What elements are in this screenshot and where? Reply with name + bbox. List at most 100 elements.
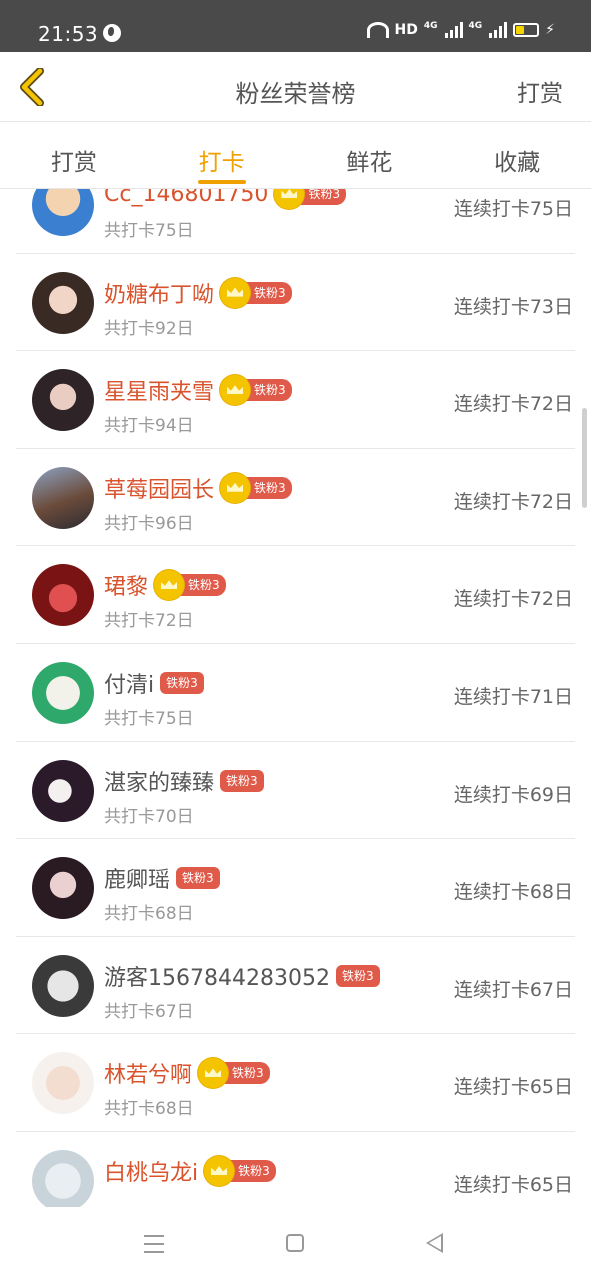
fan-name[interactable]: 湛家的臻臻 [104,765,214,797]
home-icon[interactable] [286,1234,304,1252]
tab-checkin[interactable]: 打卡 [148,123,296,188]
total-checkin: 共打卡68日 [104,1099,194,1120]
streak-checkin: 连续打卡72日 [453,490,573,513]
avatar[interactable] [32,857,94,920]
name-line: 鹿卿瑶 铁粉3 [104,862,220,894]
tab-tip[interactable]: 打赏 [0,123,148,188]
charging-icon: ⚡ [545,22,555,38]
total-checkin: 共打卡94日 [104,416,194,437]
streak-checkin: 连续打卡72日 [453,393,573,416]
name-line: 草莓园园长 铁粉3 [104,472,292,504]
fan-name[interactable]: 星星雨夹雪 [104,374,214,406]
total-checkin: 共打卡96日 [104,513,194,534]
name-line: 奶糖布丁呦 铁粉3 [104,277,292,309]
fan-name[interactable]: Cc_146801750 [104,189,268,207]
fan-list[interactable]: Cc_146801750 铁粉3 共打卡75日 连续打卡75日 奶糖布丁呦 铁粉3 共打卡9… [0,189,591,1207]
avatar[interactable] [32,564,94,627]
streak-checkin: 连续打卡68日 [453,881,573,904]
fan-row[interactable]: 付清i 铁粉3 共打卡75日 连续打卡71日 [16,644,575,742]
fan-row[interactable]: 游客1567844283052 铁粉3 共打卡67日 连续打卡67日 [16,937,575,1035]
status-bar: 21:53 HD 4G 4G ⚡ [0,0,591,52]
total-checkin: 共打卡68日 [104,904,194,925]
tab-bar: 打赏 打卡 鲜花 收藏 [0,123,591,189]
fan-row[interactable]: 鹿卿瑶 铁粉3 共打卡68日 连续打卡68日 [16,839,575,937]
fan-name[interactable]: 珺黎 [104,569,148,601]
name-line: 湛家的臻臻 铁粉3 [104,765,264,797]
fan-level-badge: 铁粉3 [335,964,380,987]
signal-icon [444,22,463,38]
name-line: 游客1567844283052 铁粉3 [104,960,380,992]
fan-row[interactable]: 草莓园园长 铁粉3 共打卡96日 连续打卡72日 [16,449,575,547]
name-line: 珺黎 铁粉3 [104,569,226,601]
battery-icon [513,23,540,37]
avatar[interactable] [32,369,94,432]
status-icons: HD 4G 4G ⚡ [366,21,555,38]
system-nav-bar [0,1207,591,1280]
fan-row[interactable]: 星星雨夹雪 铁粉3 共打卡94日 连续打卡72日 [16,351,575,449]
name-line: Cc_146801750 铁粉3 [104,189,347,209]
fan-row[interactable]: Cc_146801750 铁粉3 共打卡75日 连续打卡75日 [16,189,575,254]
fan-name[interactable]: 奶糖布丁呦 [104,277,214,309]
fan-name[interactable]: 林若兮啊 [104,1057,192,1089]
avatar[interactable] [32,271,94,334]
fan-name[interactable]: 鹿卿瑶 [104,862,170,894]
fan-row[interactable]: 奶糖布丁呦 铁粉3 共打卡92日 连续打卡73日 [16,254,575,352]
fan-name[interactable]: 草莓园园长 [104,472,214,504]
streak-checkin: 连续打卡72日 [453,588,573,611]
streak-checkin: 连续打卡65日 [453,1076,573,1099]
streak-checkin: 连续打卡67日 [453,978,573,1001]
crown-icon [274,189,305,209]
menu-icon[interactable] [144,1235,164,1253]
streak-checkin: 连续打卡75日 [453,198,573,220]
fan-name[interactable]: 付清i [104,667,154,699]
hd-label: HD [394,22,418,38]
scrollbar[interactable] [582,408,587,508]
avatar[interactable] [32,661,94,724]
fan-name[interactable]: 游客1567844283052 [104,960,330,992]
name-line: 白桃乌龙i 铁粉3 [104,1155,276,1187]
avatar[interactable] [32,1149,94,1207]
tab-flowers[interactable]: 鲜花 [296,123,444,188]
total-checkin: 共打卡75日 [104,221,194,241]
fan-level-badge: 铁粉3 [220,769,264,792]
total-checkin: 共打卡75日 [104,708,194,729]
crown-icon [220,277,251,308]
page-title: 粉丝荣誉榜 [235,80,356,108]
name-line: 付清i 铁粉3 [104,667,204,699]
tab-favorites[interactable]: 收藏 [443,123,591,188]
fan-row[interactable]: 白桃乌龙i 铁粉3 连续打卡65日 [16,1132,575,1207]
crown-icon [220,375,251,406]
streak-checkin: 连续打卡71日 [453,685,573,708]
status-time: 21:53 [38,22,99,46]
globe-icon [103,24,121,42]
fan-level-badge: 铁粉3 [176,867,220,890]
wifi-icon [366,22,389,38]
fan-row[interactable]: 湛家的臻臻 铁粉3 共打卡70日 连续打卡69日 [16,742,575,840]
avatar[interactable] [32,466,94,529]
fan-row[interactable]: 珺黎 铁粉3 共打卡72日 连续打卡72日 [16,546,575,644]
total-checkin: 共打卡70日 [104,806,194,827]
streak-checkin: 连续打卡73日 [453,295,573,318]
name-line: 林若兮啊 铁粉3 [104,1057,270,1089]
streak-checkin: 连续打卡69日 [453,783,573,806]
name-line: 星星雨夹雪 铁粉3 [104,374,292,406]
fan-name[interactable]: 白桃乌龙i [104,1155,198,1187]
network-label-1: 4G [423,21,438,31]
fan-level-badge: 铁粉3 [160,671,204,694]
fan-row[interactable]: 林若兮啊 铁粉3 共打卡68日 连续打卡65日 [16,1034,575,1132]
avatar[interactable] [32,189,94,236]
total-checkin: 共打卡72日 [104,611,194,632]
signal-icon-2 [489,22,508,38]
network-label-2: 4G [468,21,483,31]
back-triangle-icon[interactable] [426,1233,443,1253]
crown-icon [204,1155,235,1186]
total-checkin: 共打卡92日 [104,318,194,339]
avatar[interactable] [32,954,94,1017]
streak-checkin: 连续打卡65日 [453,1173,573,1196]
total-checkin: 共打卡67日 [104,1001,194,1022]
header: 粉丝荣誉榜 打赏 [0,52,591,122]
avatar[interactable] [32,1052,94,1115]
crown-icon [220,472,251,503]
avatar[interactable] [32,759,94,822]
tip-button[interactable]: 打赏 [517,74,563,108]
